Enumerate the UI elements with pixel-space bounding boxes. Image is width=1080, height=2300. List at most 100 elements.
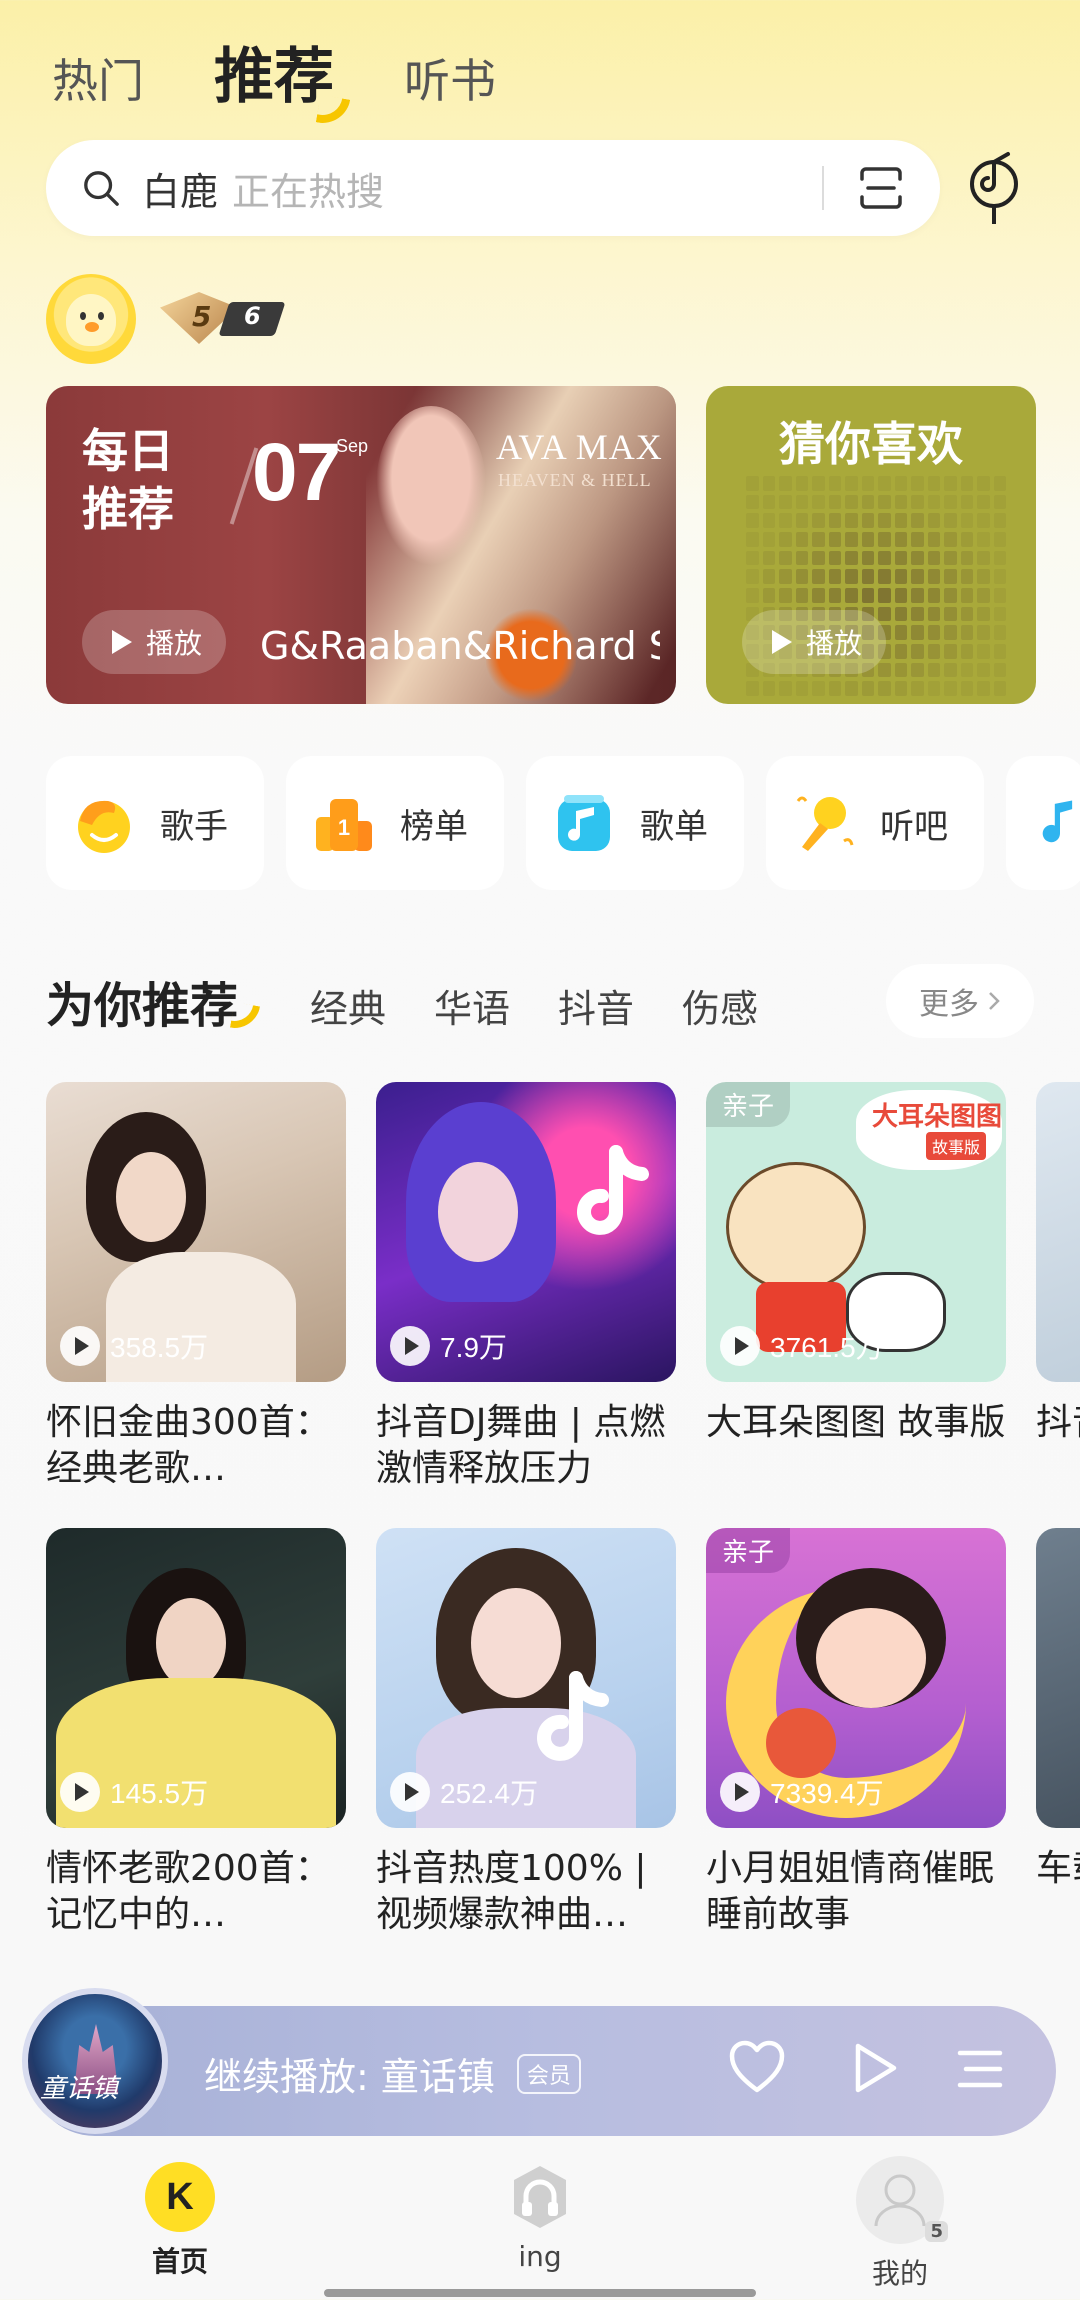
mosaic-tile <box>927 550 940 566</box>
playlist-cover: 252.4万 <box>376 1528 676 1828</box>
guess-title: 猜你喜欢 <box>779 417 963 471</box>
mosaic-tile <box>927 587 940 603</box>
playlist-card[interactable]: 7.9万 抖音DJ舞曲 | 点燃激情释放压力 <box>376 1082 676 1492</box>
search-icon <box>84 171 119 206</box>
heart-icon[interactable] <box>728 2040 786 2094</box>
level-sub: 6 <box>244 302 261 330</box>
level-badge[interactable]: 5 6 <box>160 292 286 344</box>
avatar-face <box>66 294 116 346</box>
daily-play-button[interactable]: 播放 <box>82 610 227 674</box>
profile-avatar-icon: 5 <box>856 2156 948 2244</box>
play-count: 3761.5万 <box>720 1326 884 1366</box>
cover-figure-face <box>156 1598 226 1688</box>
mosaic-tile <box>894 606 907 622</box>
play-icon[interactable] <box>852 2042 898 2094</box>
search-bar[interactable]: 白鹿 正在热搜 <box>46 140 940 236</box>
tab-recommend[interactable]: 推荐 <box>214 28 351 128</box>
play-icon <box>112 630 132 654</box>
mosaic-tile <box>746 550 759 566</box>
mosaic-tile <box>812 494 825 510</box>
mosaic-tile <box>762 587 775 603</box>
nav-home[interactable]: K 首页 <box>100 2162 260 2280</box>
chip-playlists[interactable]: 歌单 <box>526 756 744 890</box>
playlist-title: 情怀老歌200首：记忆中的… <box>46 1848 331 1935</box>
mosaic-tile <box>927 569 940 584</box>
mosaic-tile <box>944 531 957 547</box>
mosaic-tile <box>779 531 792 547</box>
chip-more-partial[interactable] <box>1006 756 1080 890</box>
mosaic-tile <box>845 550 858 566</box>
mosaic-tile <box>944 681 957 696</box>
tab-audiobook[interactable]: 听书 <box>404 45 496 111</box>
playlist-cover: 7.9万 <box>376 1082 676 1382</box>
more-button[interactable]: 更多 <box>886 964 1034 1038</box>
mosaic-tile <box>762 681 775 696</box>
playlist-card-partial[interactable]: 抖音准备 <box>1036 1082 1080 1446</box>
mosaic-tile <box>746 513 759 528</box>
nav-me[interactable]: 5 我的 <box>820 2156 980 2292</box>
mosaic-tile <box>911 494 924 510</box>
chip-singer[interactable]: 歌手 <box>46 756 264 890</box>
playlist-title-partial: 车载神 <box>1036 1848 1080 1889</box>
chip-listen-bar[interactable]: 听吧 <box>766 756 984 890</box>
guess-play-button[interactable]: 播放 <box>742 610 887 674</box>
mosaic-tile <box>878 587 891 603</box>
mosaic-tile <box>993 476 1006 491</box>
user-avatar[interactable] <box>46 274 136 364</box>
mosaic-tile <box>795 476 808 491</box>
mosaic-tile <box>795 587 808 603</box>
tab-chinese[interactable]: 华语 <box>434 978 510 1033</box>
mosaic-tile <box>762 531 775 547</box>
tab-classic[interactable]: 经典 <box>310 978 386 1033</box>
mosaic-tile <box>993 606 1006 622</box>
mosaic-tile <box>977 494 990 510</box>
tab-hot[interactable]: 热门 <box>52 45 144 111</box>
mosaic-tile <box>944 550 957 566</box>
tab-douyin[interactable]: 抖音 <box>558 978 634 1033</box>
mosaic-tile <box>795 513 808 528</box>
playlist-card[interactable]: 亲子 大耳朵图图 故事版 3761.5万 大耳朵图图 故事版 <box>706 1082 1006 1446</box>
playlist-card[interactable]: 145.5万 情怀老歌200首：记忆中的… <box>46 1528 346 1938</box>
chevron-right-icon <box>989 992 1000 1010</box>
daily-recommend-banner[interactable]: 每日推荐 07 Sep AVA MAX HEAVEN & HELL G&Raab… <box>46 386 676 704</box>
chip-charts[interactable]: 1 榜单 <box>286 756 504 890</box>
top-tabs: 热门 推荐 听书 <box>52 28 496 128</box>
play-count: 7.9万 <box>390 1326 507 1366</box>
mosaic-tile <box>960 494 973 510</box>
playlist-title: 抖音热度100% | 视频爆款神曲… <box>376 1848 647 1935</box>
playlist-card-partial[interactable]: 车载神 <box>1036 1528 1080 1892</box>
mosaic-tile <box>795 550 808 566</box>
tab-sad[interactable]: 伤感 <box>682 978 758 1033</box>
play-count-value: 3761.5万 <box>770 1332 884 1363</box>
mosaic-tile <box>993 643 1006 659</box>
mosaic-tile <box>828 681 841 696</box>
mosaic-tile <box>894 681 907 696</box>
playlist-card[interactable]: 358.5万 怀旧金曲300首：经典老歌… <box>46 1082 346 1492</box>
playlist-card[interactable]: 亲子 7339.4万 小月姐姐情商催眠睡前故事 <box>706 1528 1006 1938</box>
mosaic-tile <box>977 625 990 640</box>
voice-search-icon[interactable] <box>964 150 1030 230</box>
play-count: 358.5万 <box>60 1326 208 1366</box>
playlist-queue-icon[interactable] <box>956 2048 1004 2090</box>
mosaic-tile <box>861 681 874 696</box>
play-count-icon <box>390 1772 430 1812</box>
mosaic-tile <box>812 531 825 547</box>
scan-icon[interactable] <box>858 165 904 211</box>
now-playing-text[interactable]: 继续播放: 童话镇 会员 <box>204 2046 581 2101</box>
guess-you-like-banner[interactable]: 猜你喜欢 播放 <box>706 386 1036 704</box>
mosaic-tile <box>779 587 792 603</box>
more-label: 更多 <box>919 987 979 1022</box>
nav-ing[interactable]: ing <box>460 2162 620 2273</box>
mosaic-tile <box>944 476 957 491</box>
playlist-card[interactable]: 252.4万 抖音热度100% | 视频爆款神曲… <box>376 1528 676 1938</box>
mosaic-tile <box>878 681 891 696</box>
mosaic-tile <box>878 513 891 528</box>
mosaic-tile <box>762 476 775 491</box>
mosaic-tile <box>944 662 957 678</box>
mosaic-tile <box>944 569 957 584</box>
play-count: 145.5万 <box>60 1772 208 1812</box>
mosaic-tile <box>960 643 973 659</box>
mosaic-tile <box>977 513 990 528</box>
now-playing-disc[interactable]: 童话镇 <box>22 1988 168 2134</box>
mosaic-tile <box>779 513 792 528</box>
